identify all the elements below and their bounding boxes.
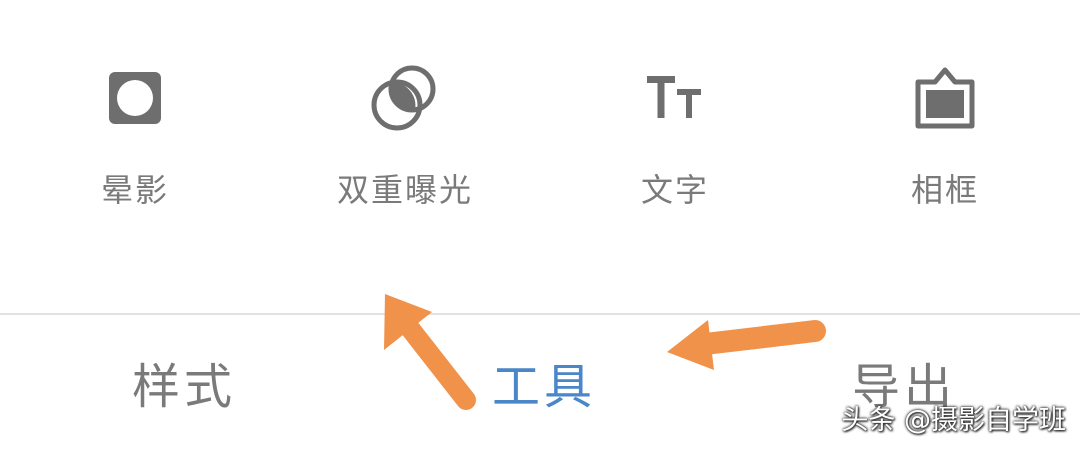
tool-label-vignette: 晕影 [100,171,169,209]
tool-label-double-exposure: 双重曝光 [336,171,473,209]
tool-label-frame: 相框 [910,171,979,209]
tool-double-exposure[interactable]: 双重曝光 [305,58,505,228]
double-exposure-icon [365,58,445,138]
tool-label-text: 文字 [640,171,709,209]
watermark: 头条 @摄影自学班 [841,405,1066,436]
text-icon [635,58,715,138]
tool-text[interactable]: 文字 [575,58,775,228]
tool-vignette[interactable]: 晕影 [35,58,235,228]
frame-icon [905,58,985,138]
tab-style[interactable]: 样式 [132,359,236,415]
vignette-icon [95,58,175,138]
tab-tools[interactable]: 工具 [492,359,596,415]
tool-grid: 晕影 双重曝光 文字 相框 [0,0,1080,312]
tool-frame[interactable]: 相框 [845,58,1045,228]
